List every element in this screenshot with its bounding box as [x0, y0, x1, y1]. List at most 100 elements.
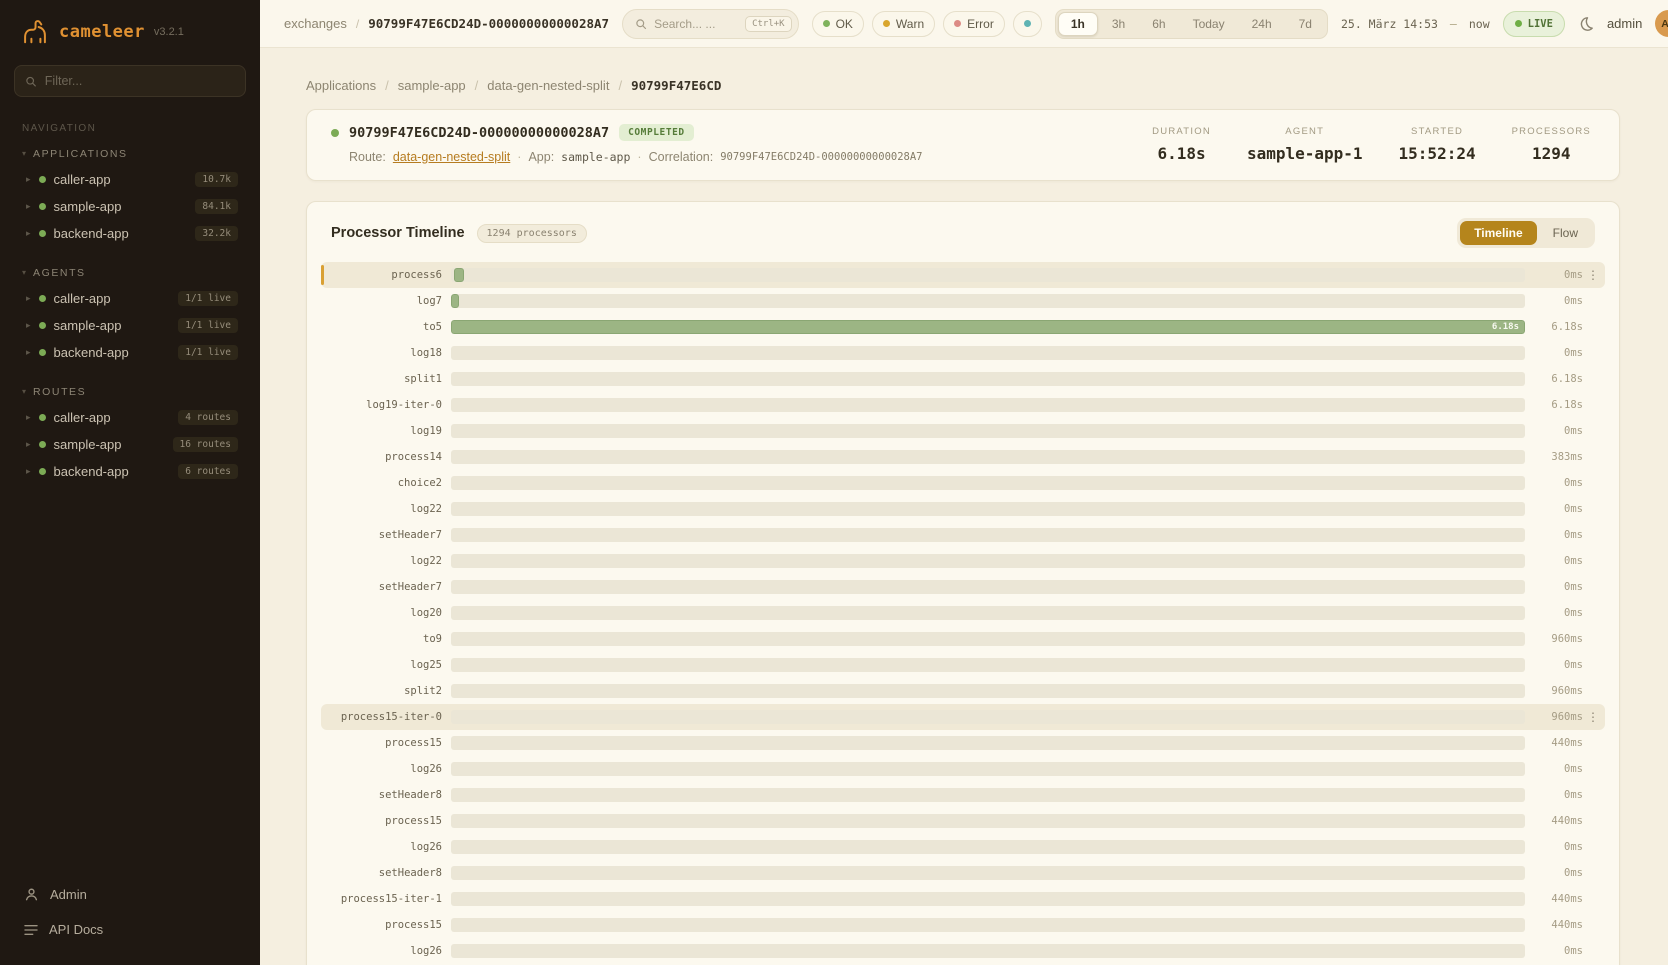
time-range-3h[interactable]: 3h: [1099, 12, 1138, 36]
timeline-row[interactable]: setHeader80ms⋮: [321, 782, 1605, 808]
app-logo[interactable]: cameleer v3.2.1: [14, 18, 246, 45]
sidebar-item-label: caller-app: [54, 291, 111, 306]
timeline-track: [451, 944, 1525, 958]
admin-link[interactable]: Admin: [14, 879, 246, 910]
timeline-track: [451, 450, 1525, 464]
sidebar-item-backend-app[interactable]: ▸backend-app6 routes: [14, 458, 246, 485]
sidebar-item-caller-app[interactable]: ▸caller-app1/1 live: [14, 285, 246, 312]
time-range-today[interactable]: Today: [1180, 12, 1238, 36]
page-breadcrumb: Applications / sample-app / data-gen-nes…: [306, 78, 1620, 93]
breadcrumb-sample-app[interactable]: sample-app: [398, 78, 466, 93]
row-duration: 0ms: [1525, 659, 1583, 671]
view-toggle: TimelineFlow: [1457, 218, 1595, 248]
filter-chip-label: Warn: [896, 17, 924, 31]
dark-mode-toggle[interactable]: [1578, 16, 1594, 32]
camel-logo-icon: [20, 18, 50, 45]
row-duration: 0ms: [1525, 867, 1583, 879]
sidebar-section-header[interactable]: ▾AGENTS: [14, 263, 246, 285]
filter-chip-extra[interactable]: [1013, 11, 1042, 37]
breadcrumb-route[interactable]: data-gen-nested-split: [487, 78, 609, 93]
sidebar-item-badge: 10.7k: [195, 172, 238, 187]
exchange-card: 90799F47E6CD24D-00000000000028A7 COMPLET…: [306, 109, 1620, 181]
breadcrumb: exchanges / 90799F47E6CD24D-000000000000…: [284, 16, 609, 31]
row-menu-icon[interactable]: ⋮: [1583, 710, 1603, 724]
breadcrumb-applications[interactable]: Applications: [306, 78, 376, 93]
timeline-row[interactable]: log260ms⋮: [321, 834, 1605, 860]
timeline-row[interactable]: log260ms⋮: [321, 756, 1605, 782]
sidebar-item-caller-app[interactable]: ▸caller-app10.7k: [14, 166, 246, 193]
timeline-row[interactable]: split16.18s⋮: [321, 366, 1605, 392]
chevron-right-icon: ▸: [26, 440, 31, 449]
timeline-row[interactable]: log19-iter-06.18s⋮: [321, 392, 1605, 418]
date-range[interactable]: 25. März 14:53 — now: [1341, 17, 1490, 31]
breadcrumb-exchanges-link[interactable]: exchanges: [284, 16, 347, 31]
sidebar-section-applications: ▾APPLICATIONS▸caller-app10.7k▸sample-app…: [14, 144, 246, 247]
timeline-row[interactable]: process15-iter-0960ms⋮: [321, 704, 1605, 730]
timeline-row[interactable]: log220ms⋮: [321, 496, 1605, 522]
sidebar-item-label: backend-app: [54, 345, 129, 360]
time-range-6h[interactable]: 6h: [1139, 12, 1178, 36]
filter-chip-error[interactable]: Error: [943, 11, 1005, 37]
row-duration: 6.18s: [1525, 321, 1583, 333]
timeline-row[interactable]: log70ms⋮: [321, 288, 1605, 314]
timeline-row[interactable]: log200ms⋮: [321, 600, 1605, 626]
sidebar-section-header[interactable]: ▾ROUTES: [14, 382, 246, 404]
timeline-row[interactable]: split2960ms⋮: [321, 678, 1605, 704]
time-range-7d[interactable]: 7d: [1286, 12, 1325, 36]
timeline-row[interactable]: process60ms⋮: [321, 262, 1605, 288]
sidebar-item-sample-app[interactable]: ▸sample-app84.1k: [14, 193, 246, 220]
timeline-row[interactable]: log180ms⋮: [321, 340, 1605, 366]
timeline-row[interactable]: to56.18s6.18s⋮: [321, 314, 1605, 340]
sidebar-item-backend-app[interactable]: ▸backend-app32.2k: [14, 220, 246, 247]
timeline-row[interactable]: setHeader70ms⋮: [321, 574, 1605, 600]
stat-processors: PROCESSORS 1294: [1512, 126, 1591, 163]
filter-input[interactable]: [45, 74, 235, 88]
api-docs-link[interactable]: API Docs: [14, 914, 246, 945]
global-search[interactable]: Ctrl+K: [622, 9, 799, 39]
row-duration: 0ms: [1525, 425, 1583, 437]
live-toggle[interactable]: LIVE: [1503, 11, 1565, 37]
timeline-row[interactable]: setHeader80ms⋮: [321, 860, 1605, 886]
sidebar-section-header[interactable]: ▾APPLICATIONS: [14, 144, 246, 166]
timeline-row[interactable]: process15440ms⋮: [321, 912, 1605, 938]
row-menu-icon[interactable]: ⋮: [1583, 268, 1603, 282]
breadcrumb-separator: /: [618, 78, 622, 93]
sidebar-item-sample-app[interactable]: ▸sample-app1/1 live: [14, 312, 246, 339]
sidebar-sections: ▾APPLICATIONS▸caller-app10.7k▸sample-app…: [14, 144, 246, 501]
route-link[interactable]: data-gen-nested-split: [393, 150, 510, 164]
status-dot: [39, 176, 46, 183]
sidebar-item-caller-app[interactable]: ▸caller-app4 routes: [14, 404, 246, 431]
sidebar-item-sample-app[interactable]: ▸sample-app16 routes: [14, 431, 246, 458]
search-shortcut: Ctrl+K: [745, 16, 792, 32]
timeline-row[interactable]: choice20ms⋮: [321, 470, 1605, 496]
sidebar-item-backend-app[interactable]: ▸backend-app1/1 live: [14, 339, 246, 366]
filter-chip-ok[interactable]: OK: [812, 11, 864, 37]
timeline-row[interactable]: to9960ms⋮: [321, 626, 1605, 652]
timeline-header: Processor Timeline 1294 processors Timel…: [321, 218, 1605, 262]
timeline-row[interactable]: log250ms⋮: [321, 652, 1605, 678]
view-timeline-button[interactable]: Timeline: [1460, 221, 1536, 245]
search-icon: [635, 18, 647, 30]
timeline-row[interactable]: process15-iter-1440ms⋮: [321, 886, 1605, 912]
timeline-row[interactable]: setHeader70ms⋮: [321, 522, 1605, 548]
timeline-row[interactable]: log220ms⋮: [321, 548, 1605, 574]
row-duration: 0ms: [1525, 347, 1583, 359]
search-input[interactable]: [654, 17, 738, 31]
timeline-row[interactable]: process15440ms⋮: [321, 808, 1605, 834]
row-duration: 6.18s: [1525, 399, 1583, 411]
avatar[interactable]: AD: [1655, 10, 1668, 37]
filter-chip-warn[interactable]: Warn: [872, 11, 935, 37]
timeline-track: [451, 424, 1525, 438]
timeline-row[interactable]: log190ms⋮: [321, 418, 1605, 444]
timeline-row[interactable]: process15440ms⋮: [321, 730, 1605, 756]
time-range-1h[interactable]: 1h: [1058, 12, 1098, 36]
timeline-row[interactable]: log260ms⋮: [321, 938, 1605, 964]
live-dot: [1515, 20, 1522, 27]
processor-label: process6: [323, 269, 451, 281]
time-range-24h[interactable]: 24h: [1239, 12, 1285, 36]
meta-separator: ·: [637, 150, 641, 164]
processor-label: to9: [323, 633, 451, 645]
timeline-row[interactable]: process14383ms⋮: [321, 444, 1605, 470]
row-duration: 383ms: [1525, 451, 1583, 463]
view-flow-button[interactable]: Flow: [1539, 221, 1592, 245]
